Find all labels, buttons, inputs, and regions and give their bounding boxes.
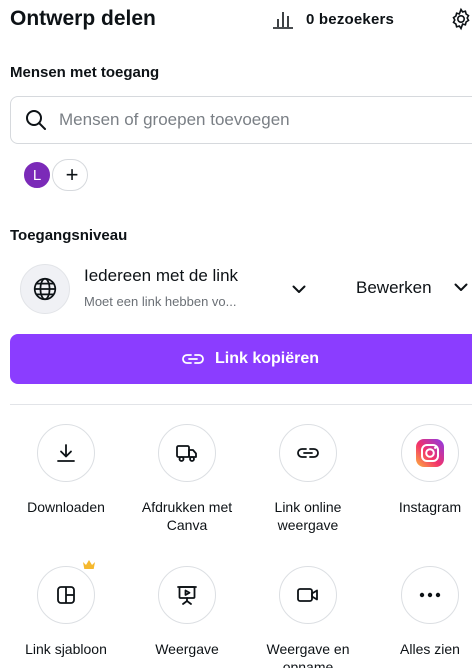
print-button[interactable] — [158, 424, 216, 482]
access-level-selector-icon[interactable] — [20, 264, 70, 314]
copy-link-button[interactable]: Link kopiëren — [10, 334, 472, 384]
truck-icon — [176, 445, 197, 462]
chevron-down-icon — [292, 285, 306, 293]
template-link-action[interactable]: Link sjabloon — [6, 560, 126, 658]
download-label: Downloaden — [27, 499, 105, 515]
template-icon — [57, 586, 75, 604]
present-label: Weergave — [155, 641, 219, 657]
see-all-label: Alles zien — [400, 641, 460, 657]
public-view-link-button[interactable] — [279, 424, 337, 482]
present-and-record-button[interactable] — [279, 566, 337, 624]
template-link-button[interactable] — [37, 560, 95, 624]
access-level-label[interactable]: Iedereen met de link — [84, 266, 238, 286]
share-panel-header: Ontwerp delen 0 bezoekers — [0, 0, 472, 40]
people-search-input[interactable] — [59, 110, 439, 130]
print-label: Afdrukken met Canva — [141, 499, 233, 533]
instagram-label: Instagram — [398, 499, 462, 515]
print-action[interactable]: Afdrukken met Canva — [127, 424, 247, 534]
access-section-label: Toegangsniveau — [10, 227, 128, 244]
add-person-button[interactable]: + — [52, 159, 88, 191]
presentation-icon — [177, 586, 197, 605]
link-icon — [297, 448, 319, 458]
download-icon — [57, 444, 75, 462]
copy-link-label: Link kopiëren — [214, 350, 320, 367]
public-view-link-label: Link online weergave — [274, 499, 342, 533]
divider — [10, 404, 472, 405]
present-button[interactable] — [158, 566, 216, 624]
instagram-action[interactable]: Instagram — [370, 424, 472, 516]
access-level-dropdown[interactable] — [288, 278, 310, 300]
gear-icon — [452, 7, 470, 31]
see-all-button[interactable] — [401, 566, 459, 624]
crown-icon — [83, 560, 95, 569]
instagram-icon — [416, 439, 444, 467]
avatar[interactable]: L — [22, 160, 52, 190]
template-link-label: Link sjabloon — [25, 641, 107, 657]
download-action[interactable]: Downloaden — [6, 424, 126, 516]
access-level-row: Iedereen met de link Moet een link hebbe… — [10, 260, 472, 318]
see-all-action[interactable]: Alles zien — [370, 566, 472, 658]
people-search-box[interactable] — [10, 96, 472, 144]
present-and-record-action[interactable]: Weergave en opname — [248, 566, 368, 668]
more-icon — [419, 592, 441, 598]
present-action[interactable]: Weergave — [127, 566, 247, 658]
link-icon — [182, 354, 204, 364]
public-view-link-action[interactable]: Link online weergave — [248, 424, 368, 534]
globe-icon — [33, 277, 57, 301]
visitors-button[interactable]: 0 bezoekers — [272, 6, 394, 32]
access-level-description: Moet een link hebben vo... — [84, 294, 237, 309]
present-and-record-label: Weergave en opname — [266, 641, 350, 668]
permission-label[interactable]: Bewerken — [356, 278, 432, 298]
download-button[interactable] — [37, 424, 95, 482]
instagram-button[interactable] — [401, 424, 459, 482]
chevron-down-icon — [454, 283, 468, 291]
people-section-label: Mensen met toegang — [10, 64, 160, 81]
settings-button[interactable] — [447, 5, 472, 33]
visitors-count: 0 bezoekers — [306, 10, 395, 28]
panel-title: Ontwerp delen — [10, 7, 156, 30]
bar-chart-icon — [273, 12, 293, 29]
search-icon — [26, 110, 46, 130]
video-record-icon — [297, 588, 318, 602]
permission-dropdown[interactable] — [450, 276, 472, 298]
